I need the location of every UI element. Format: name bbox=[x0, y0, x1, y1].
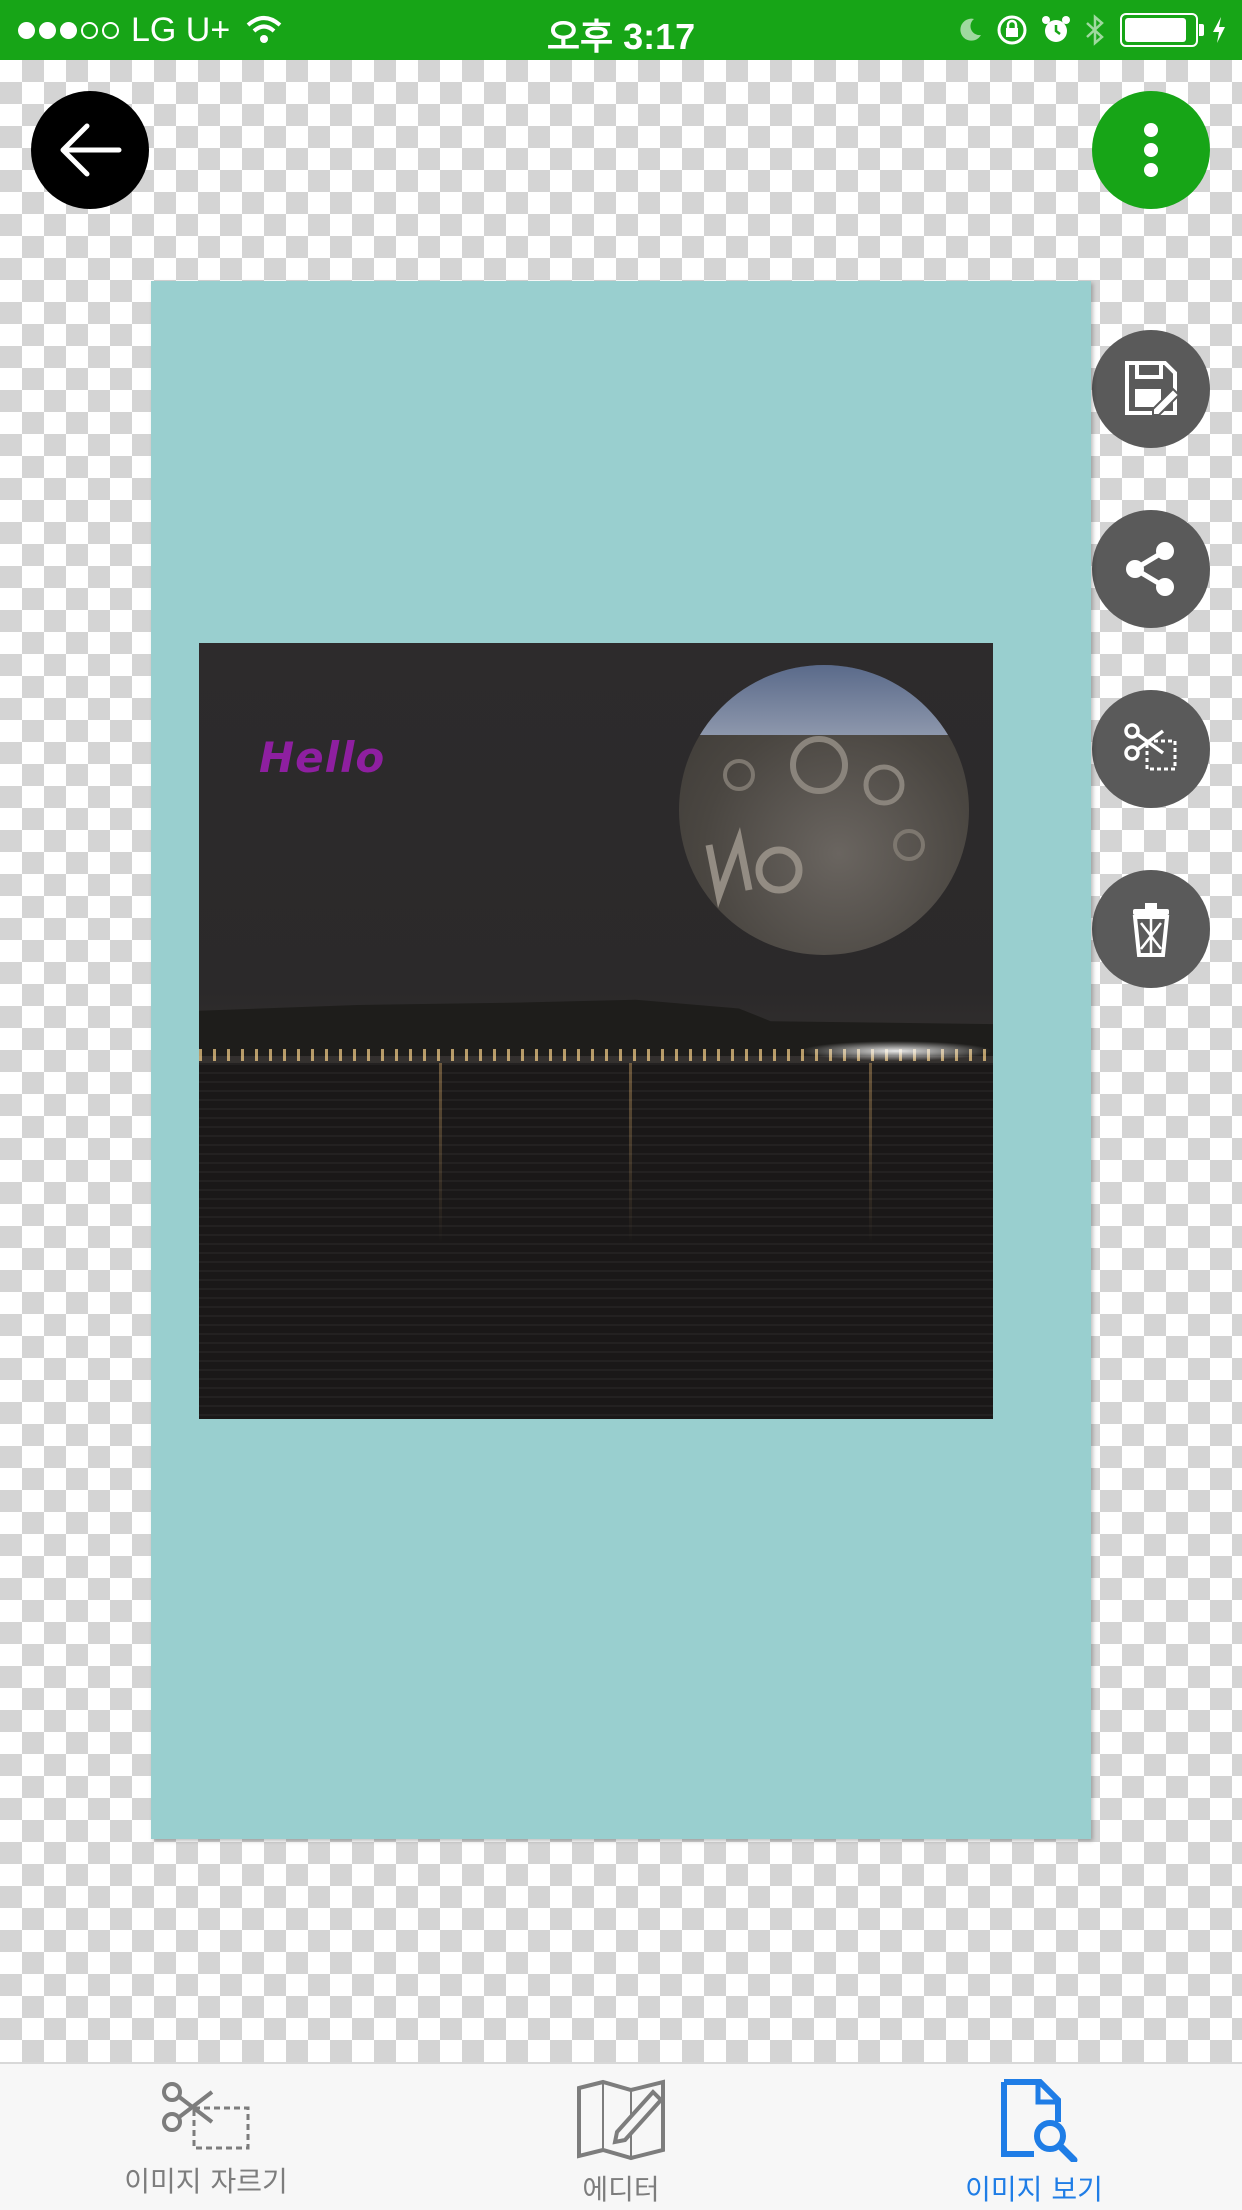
photo-bright-lights bbox=[799, 1041, 993, 1061]
tab-label: 이미지 자르기 bbox=[124, 2165, 288, 2198]
trash-icon bbox=[1132, 903, 1170, 957]
photo-reflection bbox=[439, 1063, 442, 1243]
delete-button[interactable] bbox=[1092, 870, 1210, 988]
tab-label: 이미지 보기 bbox=[965, 2173, 1103, 2206]
scissors-crop-icon bbox=[1124, 723, 1177, 771]
tab-editor[interactable]: 에디터 bbox=[471, 2078, 771, 2208]
photo-reflection bbox=[629, 1063, 632, 1243]
alarm-icon bbox=[1042, 16, 1070, 42]
tab-crop-image[interactable]: 이미지 자르기 bbox=[56, 2078, 356, 2208]
battery-fill bbox=[1125, 18, 1186, 42]
sand-carving-art bbox=[705, 736, 925, 908]
save-edit-icon bbox=[1125, 361, 1181, 416]
map-edit-icon bbox=[577, 2079, 665, 2161]
photo-reflection bbox=[869, 1063, 872, 1243]
crop-button[interactable] bbox=[1092, 690, 1210, 808]
tab-view-image[interactable]: 이미지 보기 bbox=[884, 2078, 1184, 2208]
share-button[interactable] bbox=[1092, 510, 1210, 628]
more-menu-button[interactable] bbox=[1092, 91, 1210, 209]
more-vertical-icon bbox=[1144, 123, 1158, 177]
charging-icon bbox=[1213, 17, 1225, 43]
orientation-lock-icon bbox=[997, 15, 1027, 45]
photo-water bbox=[199, 1063, 993, 1419]
moon-icon bbox=[960, 18, 981, 41]
crop-scissors-icon bbox=[162, 2082, 250, 2150]
arrow-left-icon bbox=[60, 123, 122, 177]
bluetooth-icon bbox=[1086, 14, 1104, 46]
image-search-icon bbox=[1001, 2079, 1078, 2162]
status-right bbox=[944, 10, 1228, 50]
status-bar: LG U+ 오후 3:17 bbox=[0, 0, 1242, 60]
tab-label: 에디터 bbox=[582, 2173, 660, 2206]
save-button[interactable] bbox=[1092, 330, 1210, 448]
bottom-tab-bar: 이미지 자르기 에디터 이미지 보기 bbox=[0, 2062, 1242, 2210]
circle-photo-layer[interactable] bbox=[679, 665, 969, 955]
photo-layer-night-sea[interactable]: Hello bbox=[199, 643, 993, 1419]
battery-tip bbox=[1199, 24, 1204, 36]
back-button[interactable] bbox=[31, 91, 149, 209]
share-icon bbox=[1126, 542, 1174, 596]
battery-indicator bbox=[1120, 13, 1204, 47]
editor-canvas[interactable]: Hello bbox=[151, 281, 1091, 1839]
text-layer-hello[interactable]: Hello bbox=[259, 733, 385, 782]
